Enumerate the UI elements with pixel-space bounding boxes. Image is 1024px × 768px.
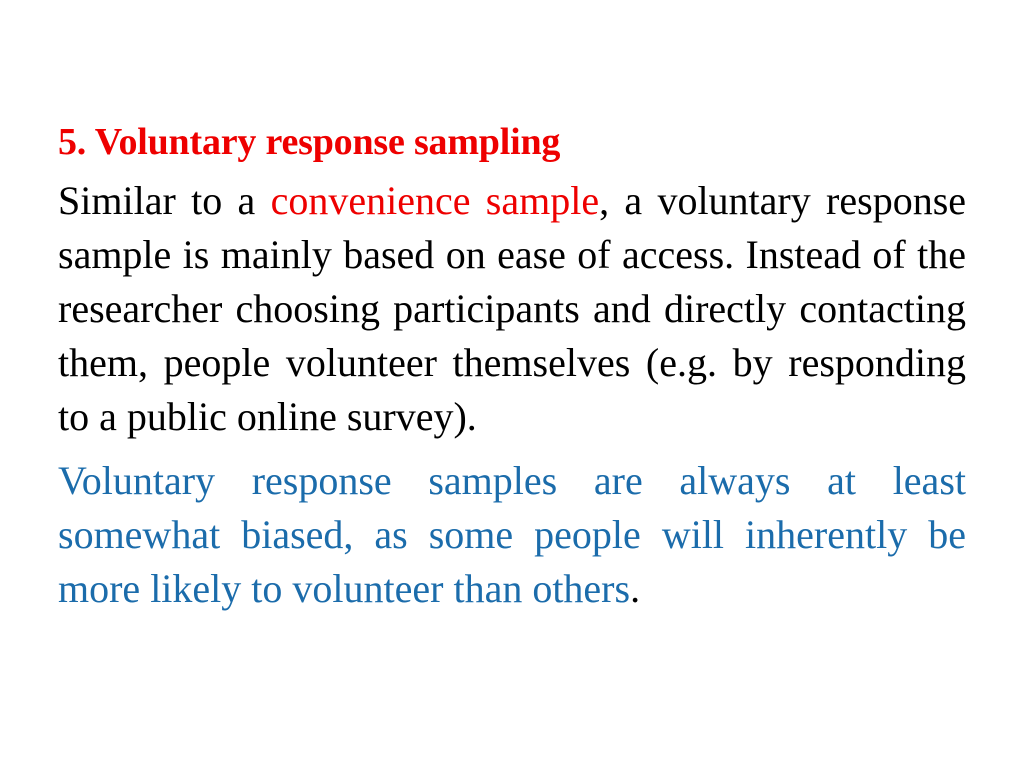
paragraph-definition: Similar to a convenience sample, a volun…: [58, 174, 966, 444]
paragraph-bias-note-period: .: [630, 566, 641, 611]
paragraph-bias-note: Voluntary response samples are always at…: [58, 454, 966, 616]
paragraph-bias-note-text: Voluntary response samples are always at…: [58, 458, 966, 611]
slide-canvas: 5. Voluntary response sampling Similar t…: [0, 0, 1024, 768]
highlighted-term-convenience-sample: convenience sample: [270, 178, 600, 223]
paragraph-definition-lead-text: Similar to a: [58, 178, 271, 223]
slide-content-block: 5. Voluntary response sampling Similar t…: [58, 118, 966, 616]
slide-title: 5. Voluntary response sampling: [58, 121, 561, 163]
